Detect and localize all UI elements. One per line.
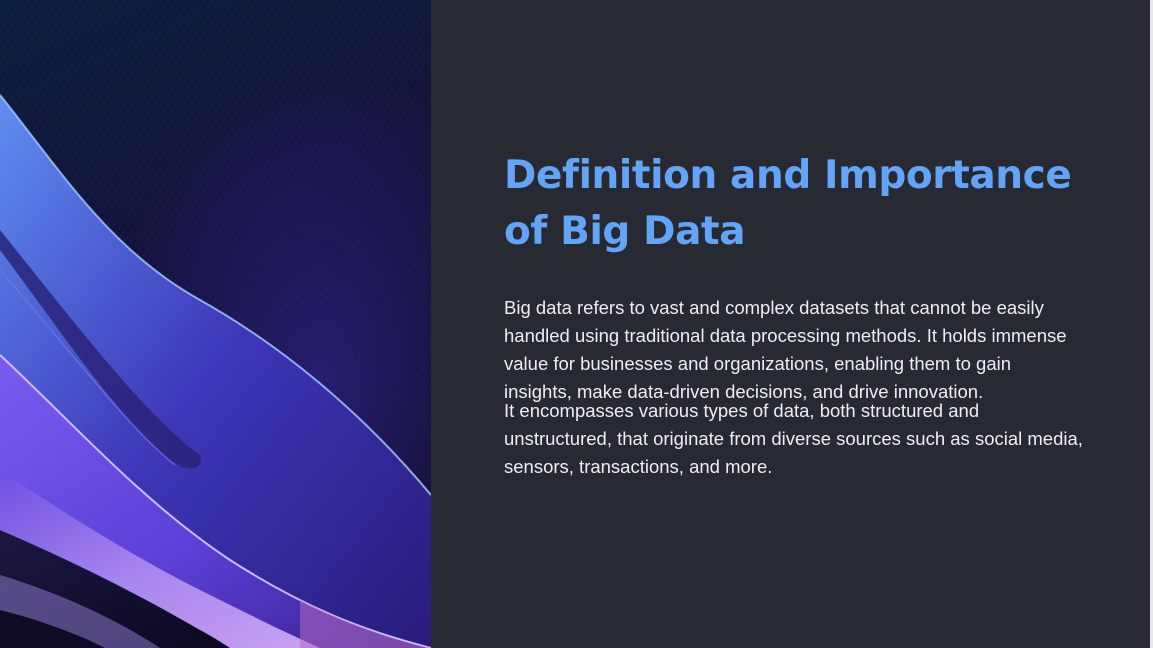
slide-content: Definition and Importance of Big Data Bi… (504, 148, 1084, 481)
body-paragraph-definition: Big data refers to vast and complex data… (504, 297, 1067, 402)
body-paragraph-types: It encompasses various types of data, bo… (504, 400, 1083, 477)
slide-title: Definition and Importance of Big Data (504, 153, 1072, 254)
abstract-wave-artwork (0, 0, 431, 648)
slide: Definition and Importance of Big Data Bi… (0, 0, 1153, 648)
abstract-wave-image (0, 0, 431, 648)
